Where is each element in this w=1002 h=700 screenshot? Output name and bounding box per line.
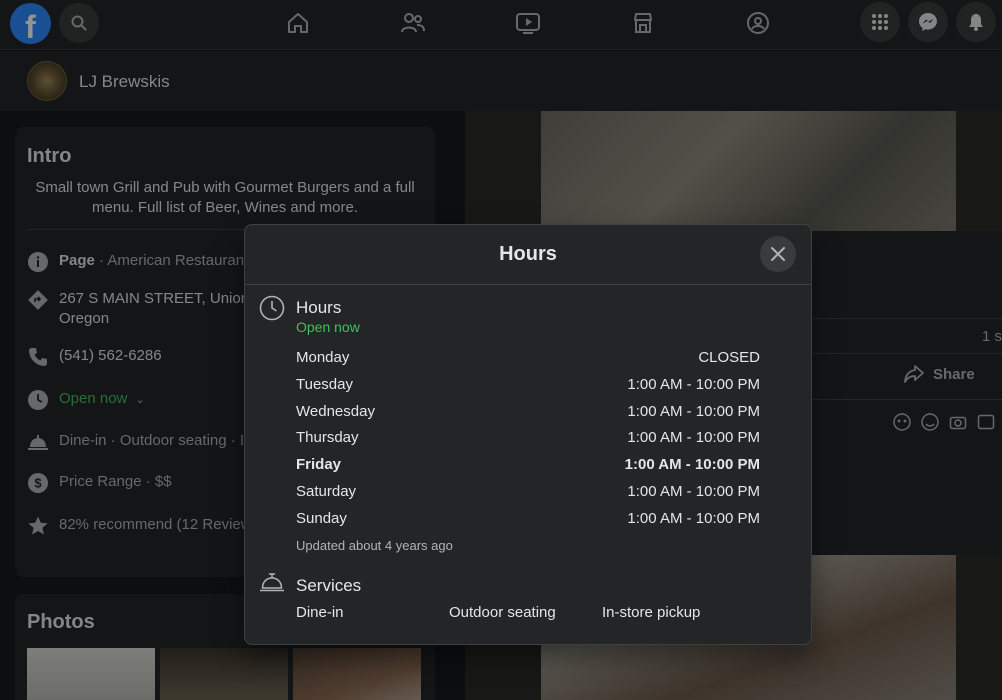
time-range: 1:00 AM - 10:00 PM bbox=[627, 483, 760, 500]
hours-row: Friday 1:00 AM - 10:00 PM bbox=[296, 456, 760, 476]
day-label: Tuesday bbox=[296, 375, 353, 393]
day-label: Wednesday bbox=[296, 402, 375, 420]
service-bell-icon bbox=[260, 573, 284, 592]
hours-row: Monday CLOSED bbox=[296, 349, 760, 369]
time-range: 1:00 AM - 10:00 PM bbox=[627, 375, 760, 393]
dialog-title: Hours bbox=[499, 243, 557, 265]
time-range: CLOSED bbox=[698, 349, 760, 366]
day-label: Monday bbox=[296, 349, 350, 366]
hours-row: Wednesday 1:00 AM - 10:00 PM bbox=[296, 403, 760, 423]
hours-dialog: Hours Hours Open now Monday CLOSED Tuesday… bbox=[244, 224, 812, 645]
updated-text: Updated about 4 years ago bbox=[296, 538, 453, 553]
day-label: Thursday bbox=[296, 429, 359, 447]
services-section-title: Services bbox=[296, 576, 362, 595]
close-icon bbox=[771, 247, 785, 261]
hours-row: Tuesday 1:00 AM - 10:00 PM bbox=[296, 376, 760, 396]
day-label: Friday bbox=[296, 456, 342, 474]
service-in-store-pickup: In-store pickup bbox=[602, 604, 701, 621]
hours-row: Sunday 1:00 AM - 10:00 PM bbox=[296, 510, 760, 530]
close-button[interactable] bbox=[760, 236, 796, 272]
clock-icon bbox=[259, 295, 285, 321]
service-outdoor-seating: Outdoor seating bbox=[449, 604, 556, 621]
divider bbox=[245, 284, 811, 285]
hours-row: Thursday 1:00 AM - 10:00 PM bbox=[296, 429, 760, 449]
day-label: Saturday bbox=[296, 483, 357, 500]
hours-section-title: Hours bbox=[296, 298, 342, 317]
time-range: 1:00 AM - 10:00 PM bbox=[627, 402, 760, 420]
hours-row: Saturday 1:00 AM - 10:00 PM bbox=[296, 483, 760, 503]
time-range: 1:00 AM - 10:00 PM bbox=[627, 429, 760, 447]
day-label: Sunday bbox=[296, 509, 347, 527]
time-range: 1:00 AM - 10:00 PM bbox=[624, 456, 760, 474]
open-status: Open now bbox=[296, 319, 360, 335]
time-range: 1:00 AM - 10:00 PM bbox=[627, 509, 760, 527]
service-dine-in: Dine-in bbox=[296, 604, 344, 621]
